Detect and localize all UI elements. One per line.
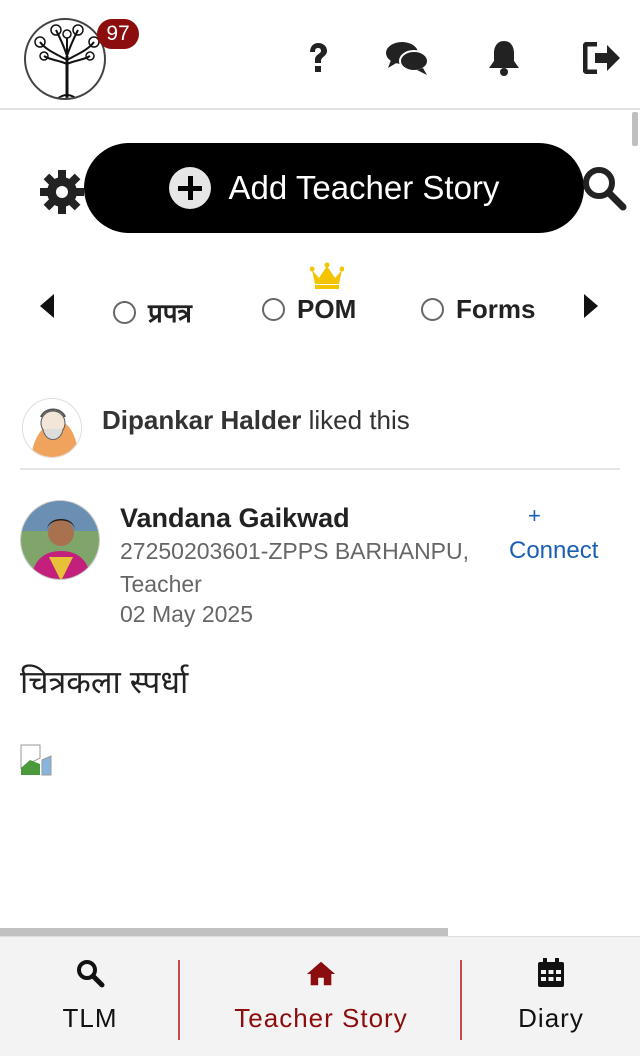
liked-activity-text: Dipankar Halder liked this <box>102 405 410 436</box>
radio-button[interactable] <box>262 298 285 321</box>
post-date: 02 May 2025 <box>120 601 253 627</box>
author-name[interactable]: Vandana Gaikwad <box>120 503 350 534</box>
home-icon <box>306 957 336 989</box>
scroll-right-arrow-icon[interactable] <box>584 294 598 318</box>
search-icon[interactable] <box>580 164 628 212</box>
settings-gear-icon[interactable] <box>38 168 86 216</box>
nav-label: Diary <box>518 1003 584 1033</box>
search-icon <box>75 957 105 989</box>
filter-option-label: प्रपत्र <box>148 298 192 328</box>
notification-count-badge: 97 <box>97 19 139 49</box>
broken-image-icon[interactable] <box>20 744 52 776</box>
liker-avatar[interactable] <box>22 398 82 458</box>
help-icon[interactable] <box>303 36 333 80</box>
nav-tlm[interactable]: TLM <box>0 937 180 1056</box>
crown-icon <box>310 262 344 289</box>
tree-logo-icon <box>34 24 100 98</box>
liked-suffix: liked this <box>301 405 410 435</box>
liker-name[interactable]: Dipankar Halder <box>102 405 301 435</box>
bottom-navigation: TLM Teacher Story Diary <box>0 936 640 1056</box>
chat-icon[interactable] <box>384 36 430 80</box>
radio-button[interactable] <box>421 298 444 321</box>
divider <box>20 468 620 470</box>
vertical-scrollbar[interactable] <box>632 112 638 146</box>
filter-option-label: Forms <box>456 294 536 324</box>
author-role: Teacher <box>120 571 202 597</box>
radio-button[interactable] <box>113 300 136 324</box>
horizontal-scrollbar[interactable] <box>0 928 448 936</box>
add-story-label: Add Teacher Story <box>228 169 500 206</box>
filter-option-forms[interactable]: Forms <box>421 294 535 325</box>
nav-separator <box>460 960 462 1040</box>
plus-circle-icon <box>168 167 211 209</box>
nav-label: TLM <box>62 1003 118 1033</box>
nav-label: Teacher Story <box>234 1003 408 1033</box>
filter-option-label: POM <box>297 294 357 324</box>
app-logo[interactable] <box>24 18 106 100</box>
nav-teacher-story[interactable]: Teacher Story <box>180 937 462 1056</box>
app-header: 97 <box>0 0 640 110</box>
nav-diary[interactable]: Diary <box>462 937 640 1056</box>
nav-separator <box>178 960 180 1040</box>
author-avatar[interactable] <box>20 500 100 580</box>
story-title: चित्रकला स्पर्धा <box>20 664 189 700</box>
add-teacher-story-button[interactable]: Add Teacher Story <box>84 143 584 233</box>
connect-plus-icon[interactable]: + <box>528 503 541 529</box>
author-school: 27250203601-ZPPS BARHANPU, <box>120 538 470 564</box>
scroll-left-arrow-icon[interactable] <box>40 294 54 318</box>
logout-icon[interactable] <box>582 36 622 80</box>
filter-option-prapatra[interactable]: प्रपत्र <box>113 294 192 330</box>
connect-button[interactable]: Connect <box>509 537 598 565</box>
filter-option-pom[interactable]: POM <box>262 294 356 325</box>
bell-icon[interactable] <box>486 36 522 80</box>
calendar-icon <box>536 957 566 989</box>
